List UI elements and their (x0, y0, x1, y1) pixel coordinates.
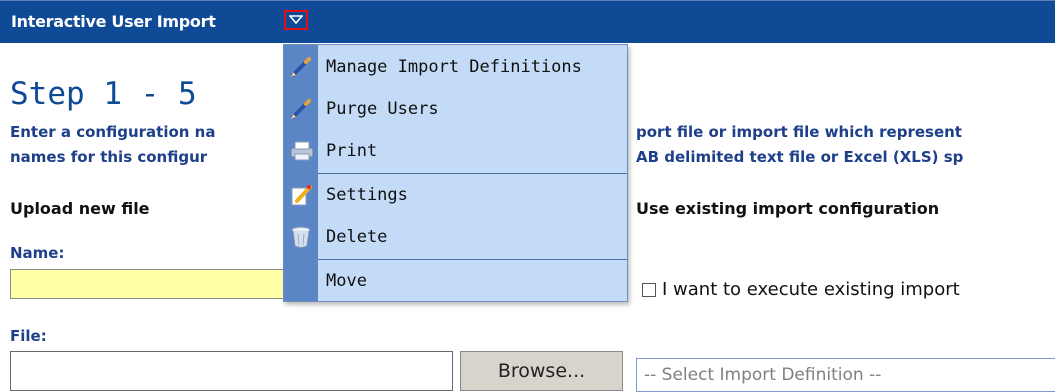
execute-existing-checkbox[interactable] (642, 283, 656, 297)
upload-heading: Upload new file (10, 199, 150, 218)
description-line-2-right: AB delimited text file or Excel (XLS) sp (636, 148, 964, 166)
menu-item-label: Purge Users (326, 99, 439, 119)
file-input[interactable] (10, 351, 453, 391)
file-label: File: (10, 327, 47, 345)
menu-toggle-button[interactable] (284, 10, 308, 30)
pencil-icon (289, 55, 313, 79)
menu-separator (318, 173, 627, 174)
menu-item-settings[interactable]: Settings (284, 175, 627, 217)
menu-item-label: Delete (326, 227, 388, 247)
description-line-1: Enter a configuration na (10, 123, 216, 141)
title-bar: Interactive User Import (0, 0, 1055, 43)
execute-existing-label[interactable]: I want to execute existing import (662, 279, 960, 300)
description-line-2: names for this configur (10, 148, 208, 166)
menu-item-move[interactable]: Move (284, 261, 627, 303)
menu-item-delete[interactable]: Delete (284, 217, 627, 259)
name-input[interactable] (10, 269, 300, 299)
context-menu: Manage Import Definitions Purge Users Pr… (283, 44, 628, 302)
notepad-pencil-icon (289, 183, 313, 207)
menu-item-label: Settings (326, 185, 408, 205)
existing-config-heading: Use existing import configuration (636, 199, 940, 218)
name-label: Name: (10, 244, 65, 262)
import-definition-select[interactable]: -- Select Import Definition -- (636, 358, 1055, 392)
menu-item-label: Print (326, 141, 378, 161)
page-title: Interactive User Import (11, 12, 216, 31)
browse-button[interactable]: Browse... (460, 351, 623, 391)
menu-item-purge-users[interactable]: Purge Users (284, 89, 627, 131)
menu-item-print[interactable]: Print (284, 131, 627, 173)
menu-separator (318, 259, 627, 260)
step-heading: Step 1 - 5 (10, 76, 197, 112)
printer-icon (289, 139, 314, 163)
menu-item-label: Move (326, 271, 367, 291)
description-line-1-right: port file or import file which represent (636, 123, 962, 141)
menu-item-label: Manage Import Definitions (326, 57, 582, 77)
pencil-icon (289, 97, 313, 121)
trash-can-icon (289, 225, 313, 249)
menu-item-manage-import-definitions[interactable]: Manage Import Definitions (284, 47, 627, 89)
